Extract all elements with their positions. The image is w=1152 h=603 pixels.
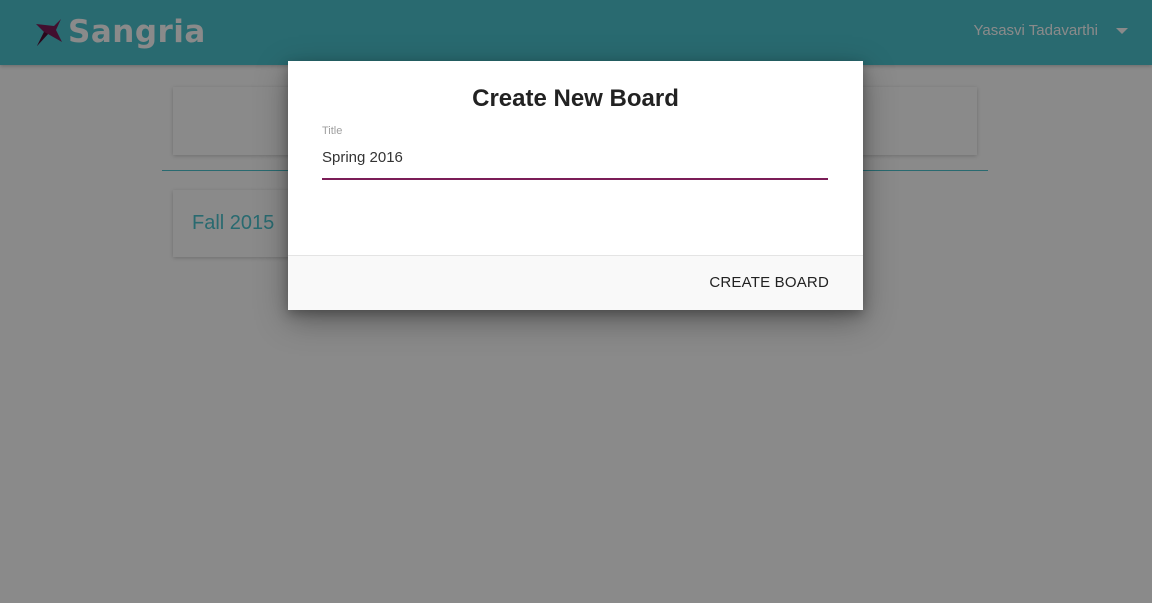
title-input-underline xyxy=(322,178,828,180)
dialog-actions: CREATE BOARD xyxy=(288,255,863,310)
title-field-label: Title xyxy=(322,125,343,137)
title-input[interactable] xyxy=(322,145,828,169)
page: Sangria Yasasvi Tadavarthi Fall 2015 Cre… xyxy=(0,0,1152,603)
create-board-button[interactable]: CREATE BOARD xyxy=(709,274,829,291)
dialog-title: Create New Board xyxy=(472,85,679,112)
create-board-dialog: Create New Board Title CREATE BOARD xyxy=(288,61,863,310)
